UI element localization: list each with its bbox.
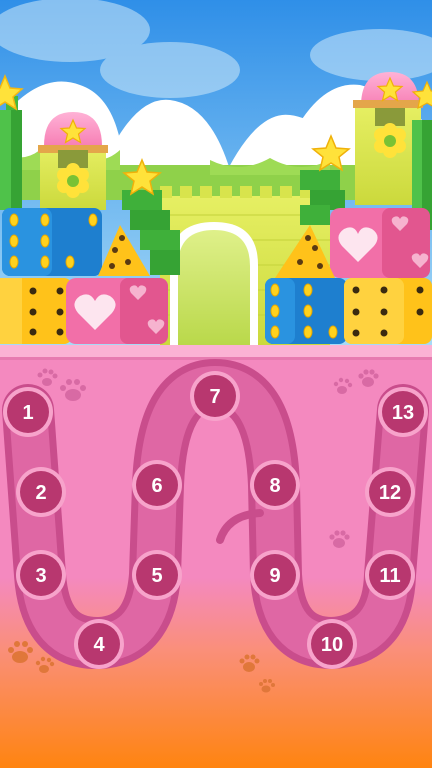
level-button-13[interactable]: 13	[378, 387, 428, 437]
level-number-label: 11	[379, 565, 400, 587]
level-button-11[interactable]: 11	[365, 550, 415, 600]
level-number-label: 1	[22, 402, 33, 424]
level-number-label: 13	[392, 402, 414, 424]
castle-scene	[0, 0, 432, 350]
level-number-label: 3	[35, 565, 46, 587]
level-select-screen: 1 2 3 4 5 6 7 8 9 10 11 12 13	[0, 0, 432, 768]
level-number-label: 12	[379, 482, 401, 504]
dot-die-icon	[0, 278, 72, 344]
level-number-label: 10	[321, 634, 343, 656]
level-button-2[interactable]: 2	[16, 467, 66, 517]
level-button-5[interactable]: 5	[132, 550, 182, 600]
level-button-7[interactable]: 7	[190, 371, 240, 421]
level-number-label: 8	[269, 475, 280, 497]
heart-die-icon	[330, 208, 430, 278]
dot-die-icon	[344, 278, 432, 344]
level-number-label: 9	[269, 565, 280, 587]
level-button-9[interactable]: 9	[250, 550, 300, 600]
level-number-label: 5	[151, 565, 162, 587]
level-button-8[interactable]: 8	[250, 460, 300, 510]
level-number-label: 2	[35, 482, 46, 504]
heart-die-icon	[66, 278, 168, 344]
level-button-6[interactable]: 6	[132, 460, 182, 510]
tree-icon	[0, 96, 22, 210]
dot-die-icon	[2, 208, 102, 276]
level-button-12[interactable]: 12	[365, 467, 415, 517]
level-number-label: 7	[209, 386, 220, 408]
level-button-10[interactable]: 10	[307, 619, 357, 669]
level-button-1[interactable]: 1	[3, 387, 53, 437]
level-board: 12345678910111213	[0, 345, 432, 768]
level-button-3[interactable]: 3	[16, 550, 66, 600]
dot-die-icon	[265, 278, 347, 344]
level-number-label: 4	[93, 634, 105, 656]
level-number-label: 6	[151, 475, 162, 497]
level-button-4[interactable]: 4	[74, 619, 124, 669]
